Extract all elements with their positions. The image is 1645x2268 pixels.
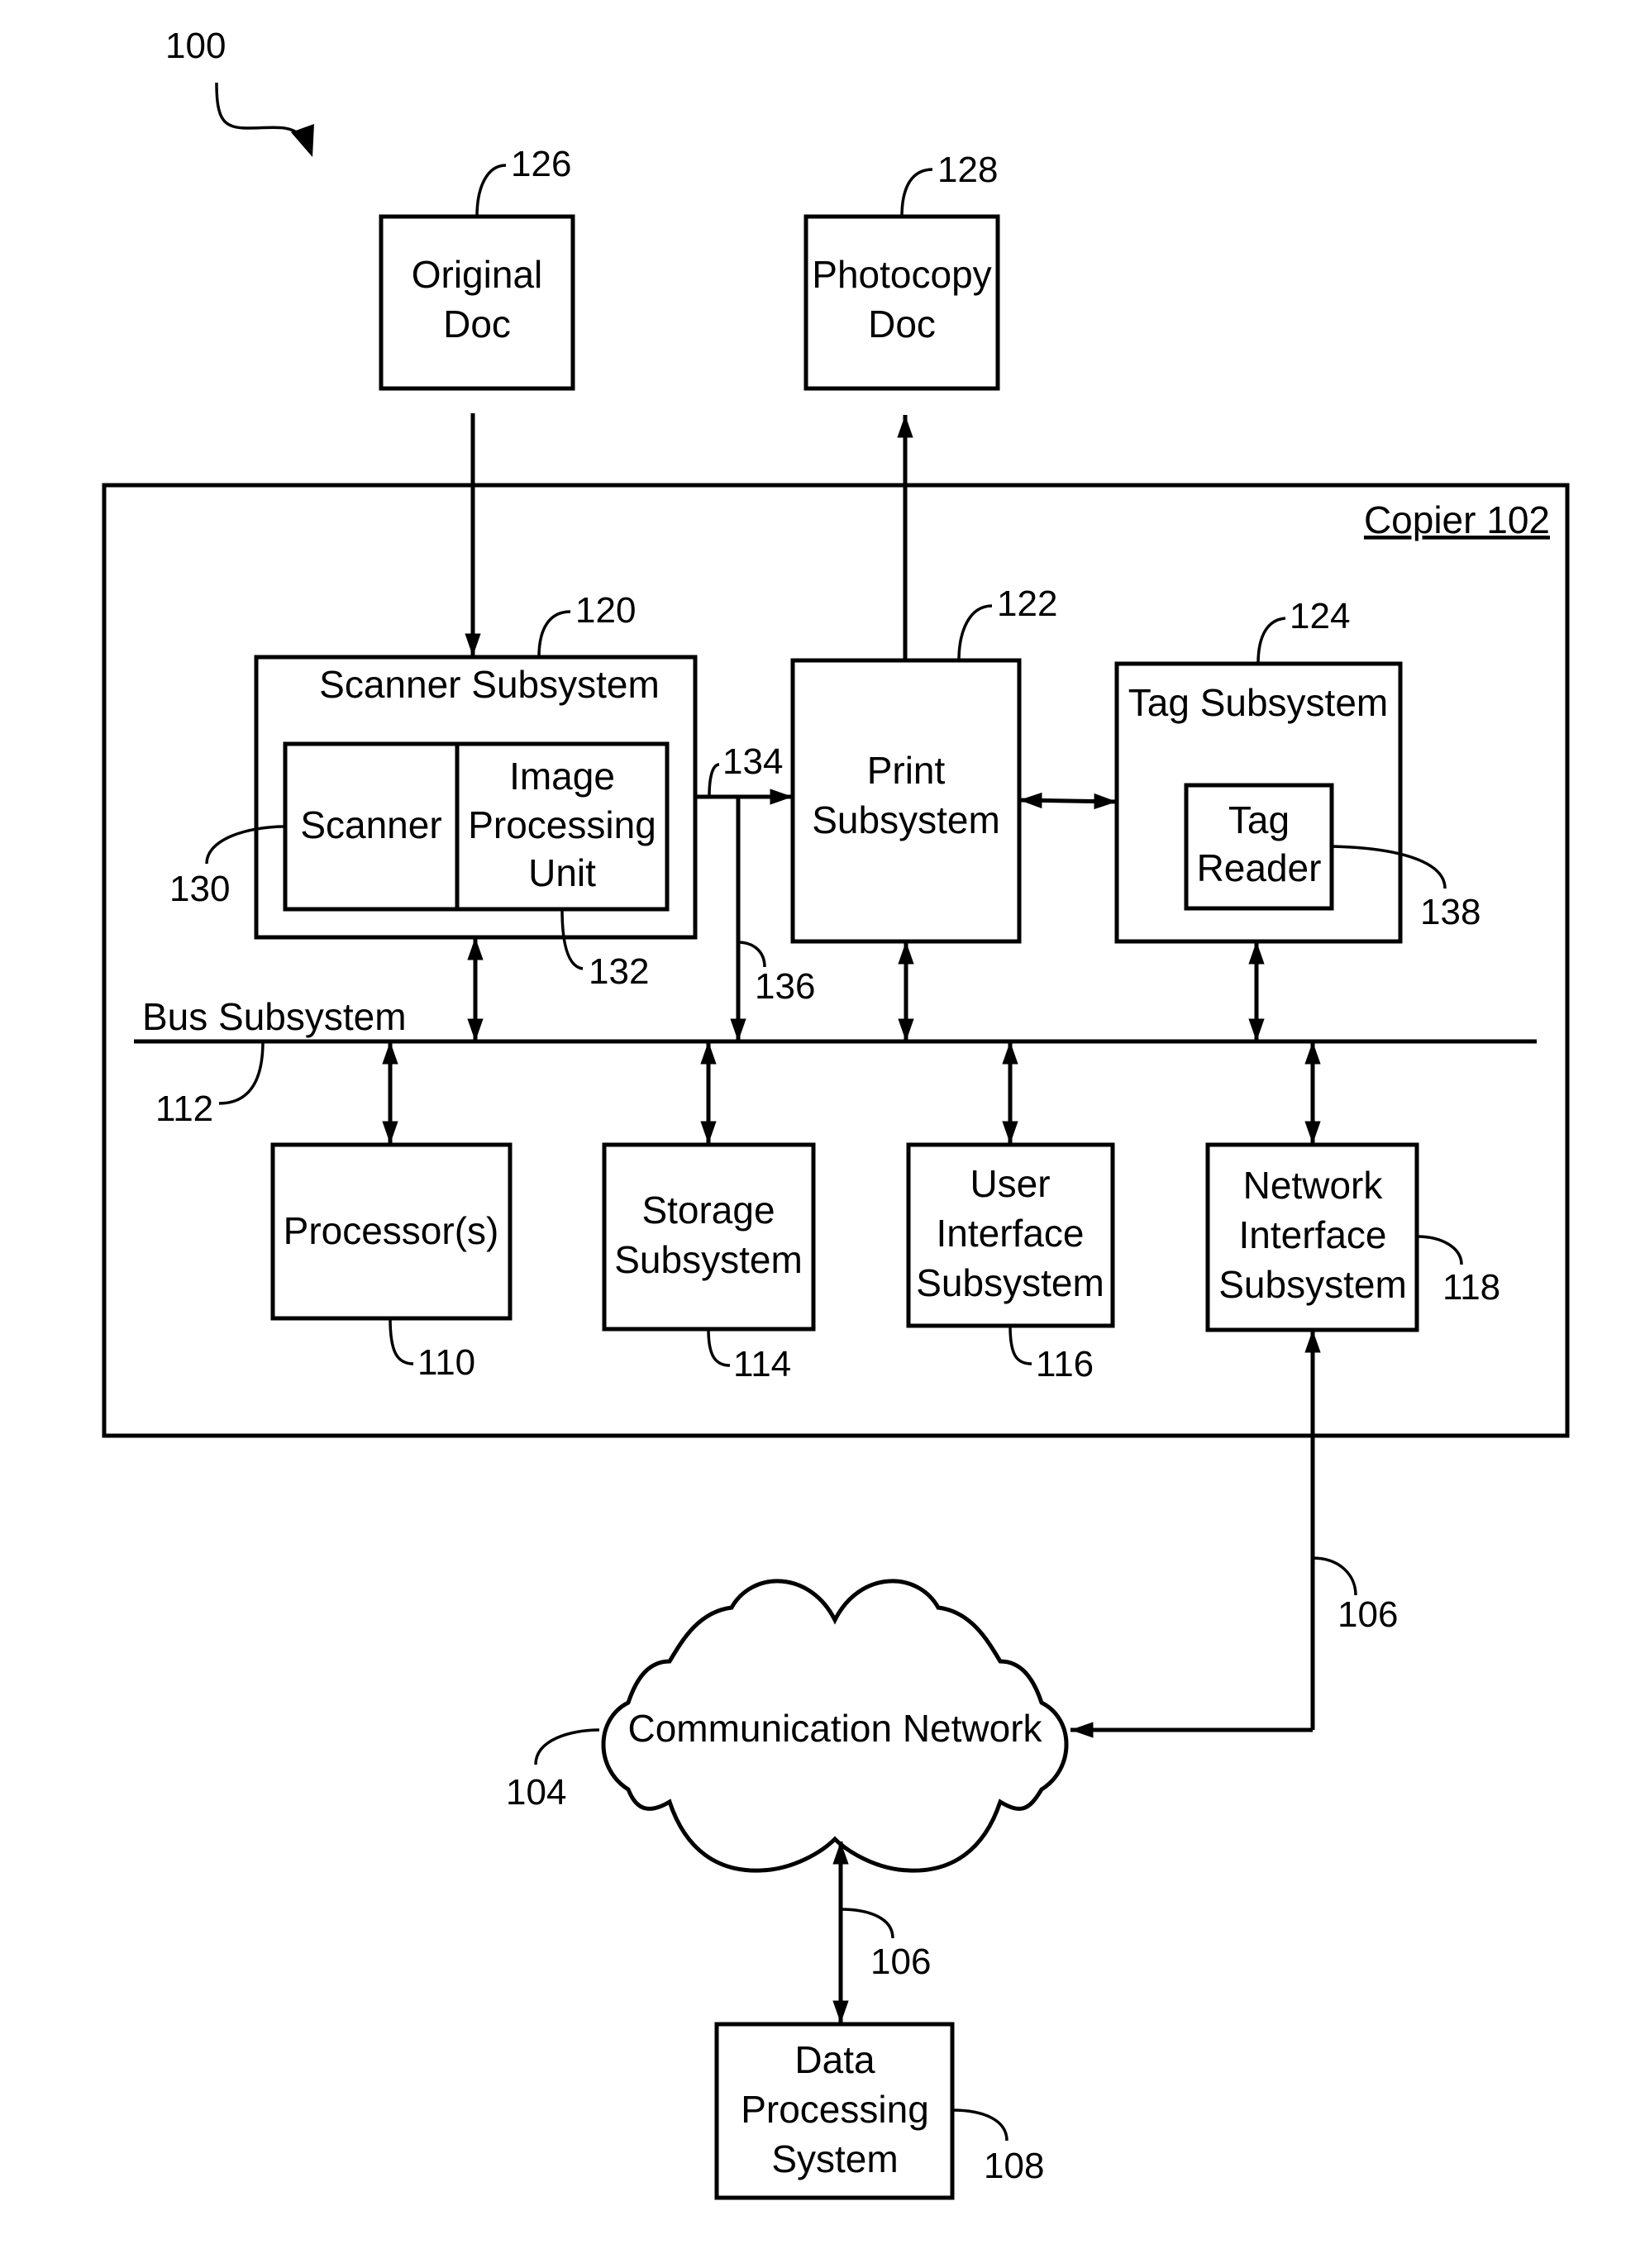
figure-ref-arrowhead-icon	[291, 124, 314, 157]
ui-label-line2: Interface	[937, 1212, 1085, 1255]
leader-112	[218, 1041, 265, 1105]
leader-114	[707, 1328, 731, 1367]
photocopy-doc-label-line1: Photocopy	[812, 253, 991, 296]
communication-network-label: Communication Network	[627, 1707, 1042, 1750]
storage-subsystem-box	[602, 1142, 816, 1332]
photocopy-doc-block: Photocopy Doc 128	[803, 150, 1000, 391]
data-processing-system-block: Data Processing System 108	[714, 2022, 1044, 2200]
ni-label-line1: Network	[1243, 1164, 1384, 1207]
ref-132: 132	[589, 951, 649, 992]
ref-104: 104	[506, 1772, 566, 1813]
leader-126	[475, 164, 507, 217]
copier-label: Copier 102	[1364, 498, 1550, 541]
photocopy-doc-label-line2: Doc	[868, 303, 936, 345]
ipu-label-line3: Unit	[528, 851, 596, 894]
print-subsystem-block: Print Subsystem 122	[790, 584, 1057, 944]
storage-label-line2: Subsystem	[614, 1238, 803, 1281]
ipu-label-line2: Processing	[468, 803, 656, 846]
leader-104	[534, 1728, 600, 1765]
ref-134: 134	[722, 741, 783, 782]
original-doc-block: Original Doc 126	[379, 144, 575, 391]
storage-label-line1: Storage	[641, 1189, 775, 1232]
processors-label: Processor(s)	[284, 1209, 499, 1252]
leader-108	[951, 2108, 1008, 2142]
ui-label-line1: User	[970, 1162, 1050, 1205]
dps-label-line3: System	[771, 2137, 898, 2180]
copier-system-diagram: 100 Original Doc 126 Photocopy Doc 128 C…	[102, 26, 1570, 2200]
leader-118	[1416, 1235, 1463, 1265]
leader-134	[708, 763, 720, 798]
arrow-print-tag	[1018, 792, 1118, 810]
ref-124: 124	[1290, 596, 1350, 636]
ref-126: 126	[511, 144, 571, 184]
ref-128: 128	[937, 150, 998, 190]
ref-110: 110	[417, 1342, 475, 1383]
ref-120: 120	[575, 590, 636, 631]
leader-122	[957, 604, 993, 661]
processors-block: Processor(s) 110	[270, 1142, 513, 1383]
leader-110	[389, 1317, 414, 1365]
original-doc-label-line1: Original	[412, 253, 543, 296]
print-subsystem-label-line2: Subsystem	[812, 798, 1000, 841]
leader-124	[1256, 617, 1286, 665]
leader-136	[737, 941, 766, 968]
original-doc-label-line2: Doc	[443, 303, 511, 345]
scanner-label: Scanner	[300, 803, 441, 846]
print-subsystem-label-line1: Print	[867, 749, 946, 792]
ref-122: 122	[997, 584, 1057, 624]
ref-106-upper: 106	[1337, 1594, 1398, 1635]
storage-subsystem-block: Storage Subsystem 114	[602, 1142, 816, 1384]
ni-label-line2: Interface	[1239, 1213, 1387, 1256]
scanner-subsystem-block: Scanner Subsystem 120 Scanner Image Proc…	[169, 590, 698, 992]
leader-120	[537, 610, 571, 658]
ref-106-lower: 106	[870, 1942, 931, 1982]
figure-ref-label: 100	[165, 26, 226, 66]
ni-label-line3: Subsystem	[1218, 1263, 1407, 1306]
ref-112: 112	[155, 1089, 213, 1129]
leader-106-lower	[840, 1908, 894, 1939]
leader-116	[1008, 1325, 1032, 1365]
tag-subsystem-label: Tag Subsystem	[1128, 681, 1388, 724]
tag-reader-label-line1: Tag	[1228, 798, 1290, 841]
scanner-subsystem-label: Scanner Subsystem	[319, 663, 660, 706]
ipu-label-line1: Image	[509, 755, 615, 798]
ref-116: 116	[1036, 1344, 1094, 1384]
ref-118: 118	[1442, 1267, 1500, 1308]
tag-subsystem-block: Tag Subsystem 124 Tag Reader 138	[1114, 596, 1480, 944]
dps-label-line2: Processing	[741, 2088, 929, 2131]
leader-128	[900, 168, 933, 217]
bus-subsystem: Bus Subsystem 112	[134, 995, 1537, 1129]
network-interface-subsystem-block: Network Interface Subsystem 118	[1205, 1142, 1500, 1332]
ref-114: 114	[733, 1344, 791, 1384]
dps-label-line1: Data	[794, 2038, 875, 2081]
tag-reader-label-line2: Reader	[1197, 846, 1322, 889]
figure-ref-100: 100	[165, 26, 314, 157]
ui-label-line3: Subsystem	[916, 1261, 1104, 1304]
ref-130: 130	[169, 869, 230, 909]
bus-subsystem-label: Bus Subsystem	[142, 995, 407, 1038]
figure-ref-arrow-icon	[215, 82, 303, 138]
leader-106-upper	[1312, 1556, 1357, 1596]
ref-136: 136	[755, 966, 815, 1007]
user-interface-subsystem-block: User Interface Subsystem 116	[906, 1142, 1115, 1384]
ref-108: 108	[984, 2146, 1044, 2186]
communication-network-cloud: Communication Network 104	[506, 1579, 1069, 1873]
ref-138: 138	[1420, 892, 1480, 932]
